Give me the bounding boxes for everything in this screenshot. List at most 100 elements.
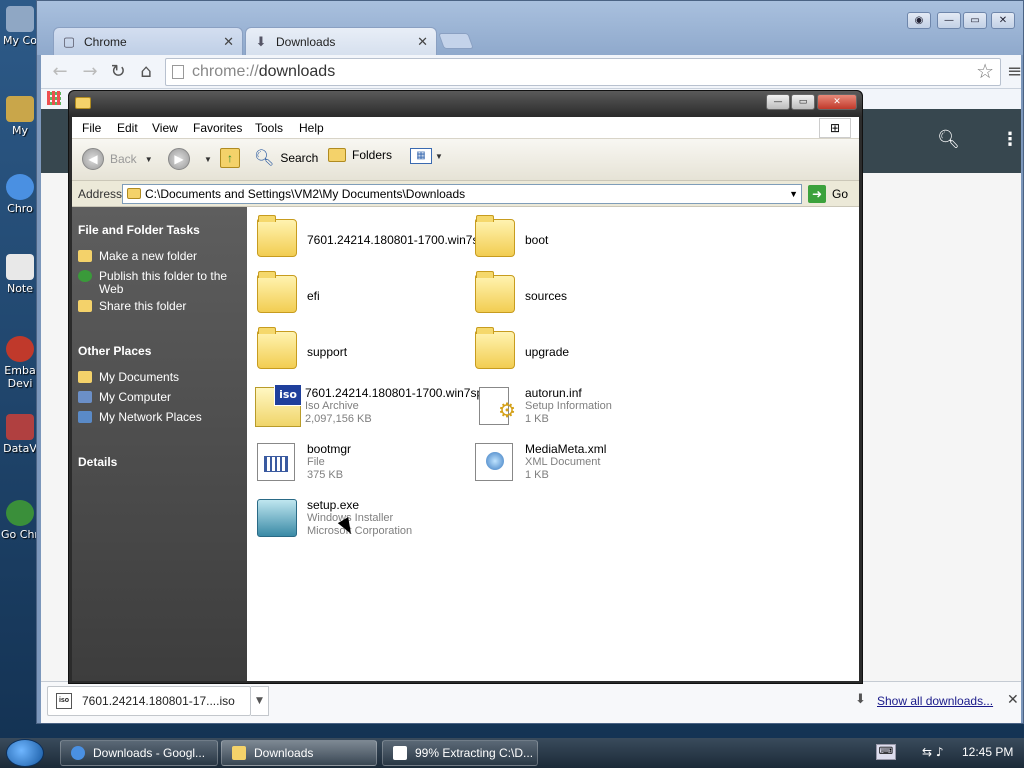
keyboard-icon[interactable]: ⌨ <box>876 744 896 760</box>
menu-view[interactable]: View <box>152 121 178 135</box>
task-pane: File and Folder Tasks Make a new folder … <box>72 207 247 681</box>
desktop-icon-my[interactable]: My <box>0 96 40 137</box>
page-icon: ▢ <box>62 33 76 49</box>
folder-icon <box>475 215 515 257</box>
folders-button[interactable]: Folders <box>328 148 392 162</box>
folder-icon <box>257 327 297 369</box>
details-title[interactable]: Details <box>78 455 117 469</box>
taskbar: Downloads - Googl... Downloads 99% Extra… <box>0 738 1024 768</box>
folders-icon <box>328 148 346 162</box>
chevron-down-icon[interactable]: ▼ <box>145 155 153 164</box>
new-folder-icon <box>78 250 92 262</box>
data-icon <box>6 414 34 440</box>
tab-downloads[interactable]: ⬇ Downloads ✕ <box>245 27 437 55</box>
chrome-menu-icon[interactable]: ≡ <box>1007 61 1022 82</box>
maximize-button[interactable]: ▭ <box>963 12 987 29</box>
close-icon[interactable]: ✕ <box>223 34 234 50</box>
apps-icon[interactable] <box>47 91 61 105</box>
task-share-folder[interactable]: Share this folder <box>78 300 243 313</box>
close-window-button[interactable]: ✕ <box>991 12 1015 29</box>
folder-item[interactable]: upgrade <box>471 325 691 375</box>
other-places-title[interactable]: Other Places <box>78 344 151 358</box>
desktop-icon-chrome[interactable]: Chro <box>0 174 40 215</box>
taskbar-item-explorer[interactable]: Downloads <box>221 740 377 766</box>
forward-button[interactable]: ▶ ▼ <box>168 148 212 170</box>
forward-arrow-icon: ▶ <box>168 148 190 170</box>
minimize-button[interactable]: — <box>766 94 790 110</box>
menu-file[interactable]: File <box>82 121 101 135</box>
window-glyph <box>264 456 288 472</box>
menu-edit[interactable]: Edit <box>117 121 138 135</box>
file-item[interactable]: bootmgr File 375 KB <box>253 437 473 487</box>
new-tab-button[interactable] <box>438 33 474 49</box>
user-icon[interactable]: ◉ <box>907 12 931 29</box>
home-icon[interactable]: ⌂ <box>135 61 157 83</box>
file-item[interactable]: MediaMeta.xml XML Document 1 KB <box>471 437 691 487</box>
task-publish-web[interactable]: Publish this folder to the Web <box>78 270 243 296</box>
menu-favorites[interactable]: Favorites <box>193 121 242 135</box>
file-item[interactable]: ⚙ autorun.inf Setup Information 1 KB <box>471 381 691 431</box>
desktop-icon-datav[interactable]: DataV <box>0 414 40 455</box>
up-folder-button[interactable]: ↑ <box>220 148 240 168</box>
menu-tools[interactable]: Tools <box>255 121 283 135</box>
file-folder-tasks-title[interactable]: File and Folder Tasks <box>78 223 200 237</box>
explorer-titlebar[interactable]: — ▭ ✕ <box>69 91 862 117</box>
download-item-menu-button[interactable]: ▼ <box>251 686 269 716</box>
address-input[interactable]: C:\Documents and Settings\VM2\My Documen… <box>122 184 802 204</box>
chrome-icon <box>6 500 34 526</box>
folder-item[interactable]: sources <box>471 269 691 319</box>
desktop-icon-notepad[interactable]: Note <box>0 254 40 295</box>
folder-icon <box>6 96 34 122</box>
folder-item[interactable]: boot <box>471 213 691 263</box>
close-icon[interactable]: ✕ <box>1007 692 1019 708</box>
place-my-documents[interactable]: My Documents <box>78 371 243 384</box>
forward-arrow-icon[interactable]: → <box>79 61 101 83</box>
taskbar-item-7zip[interactable]: 99% Extracting C:\D... <box>382 740 538 766</box>
chevron-down-icon[interactable]: ▼ <box>204 155 212 164</box>
show-all-downloads-link[interactable]: Show all downloads... <box>877 694 993 708</box>
start-button[interactable] <box>6 739 44 767</box>
place-my-network-places[interactable]: My Network Places <box>78 411 243 424</box>
clock[interactable]: 12:45 PM <box>962 745 1013 759</box>
file-item[interactable]: setup.exe Windows Installer Microsoft Co… <box>253 493 473 543</box>
tray-icons[interactable]: ⇆ ♪ <box>922 745 944 759</box>
taskbar-item-chrome[interactable]: Downloads - Googl... <box>60 740 218 766</box>
desktop-icon-embarcadero[interactable]: Emba Devi <box>0 336 40 390</box>
chevron-down-icon[interactable]: ▼ <box>789 185 798 203</box>
place-my-computer[interactable]: My Computer <box>78 391 243 404</box>
folder-item[interactable]: efi <box>253 269 473 319</box>
tab-chrome[interactable]: ▢ Chrome ✕ <box>53 27 243 55</box>
computer-icon <box>6 6 34 32</box>
go-arrow-icon: ➜ <box>808 185 826 203</box>
omnibox[interactable]: chrome://downloads ☆ <box>165 58 1001 86</box>
explorer-window: — ▭ ✕ File Edit View Favorites Tools Hel… <box>68 90 863 684</box>
back-button[interactable]: ◀ Back ▼ <box>82 148 153 170</box>
xml-document-icon <box>475 443 513 481</box>
browser-toolbar: ← → ↻ ⌂ chrome://downloads ☆ ≡ <box>41 55 1022 89</box>
more-options-icon[interactable]: ⋮ <box>1001 129 1019 150</box>
views-icon: ▦ <box>410 148 432 164</box>
reload-icon[interactable]: ↻ <box>107 61 129 83</box>
chevron-down-icon[interactable]: ▼ <box>435 152 443 161</box>
go-button[interactable]: ➜ Go <box>808 185 848 203</box>
task-make-new-folder[interactable]: Make a new folder <box>78 250 243 263</box>
desktop-icon-google-chrome[interactable]: Go Chr <box>0 500 40 541</box>
close-window-button[interactable]: ✕ <box>817 94 857 110</box>
back-arrow-icon[interactable]: ← <box>49 61 71 83</box>
search-icon[interactable]: 🔍︎ <box>937 129 960 150</box>
bookmark-star-icon[interactable]: ☆ <box>976 59 994 85</box>
search-button[interactable]: 🔍︎ Search <box>254 148 318 168</box>
views-button[interactable]: ▦ ▼ <box>410 148 443 164</box>
download-item[interactable]: iso 7601.24214.180801-17....iso <box>47 686 251 716</box>
folder-icon <box>78 371 92 383</box>
file-item[interactable]: iso 7601.24214.180801-1700.win7sp... Iso… <box>251 381 493 431</box>
maximize-button[interactable]: ▭ <box>791 94 815 110</box>
menu-help[interactable]: Help <box>299 121 324 135</box>
close-icon[interactable]: ✕ <box>417 34 428 50</box>
minimize-button[interactable]: — <box>937 12 961 29</box>
folder-item[interactable]: support <box>253 325 473 375</box>
folder-item[interactable]: 7601.24214.180801-1700.win7sp... <box>253 213 495 263</box>
download-icon: ⬇ <box>255 33 267 49</box>
7zip-icon <box>393 746 407 760</box>
desktop-icon-my-computer[interactable]: My Co <box>0 6 40 47</box>
